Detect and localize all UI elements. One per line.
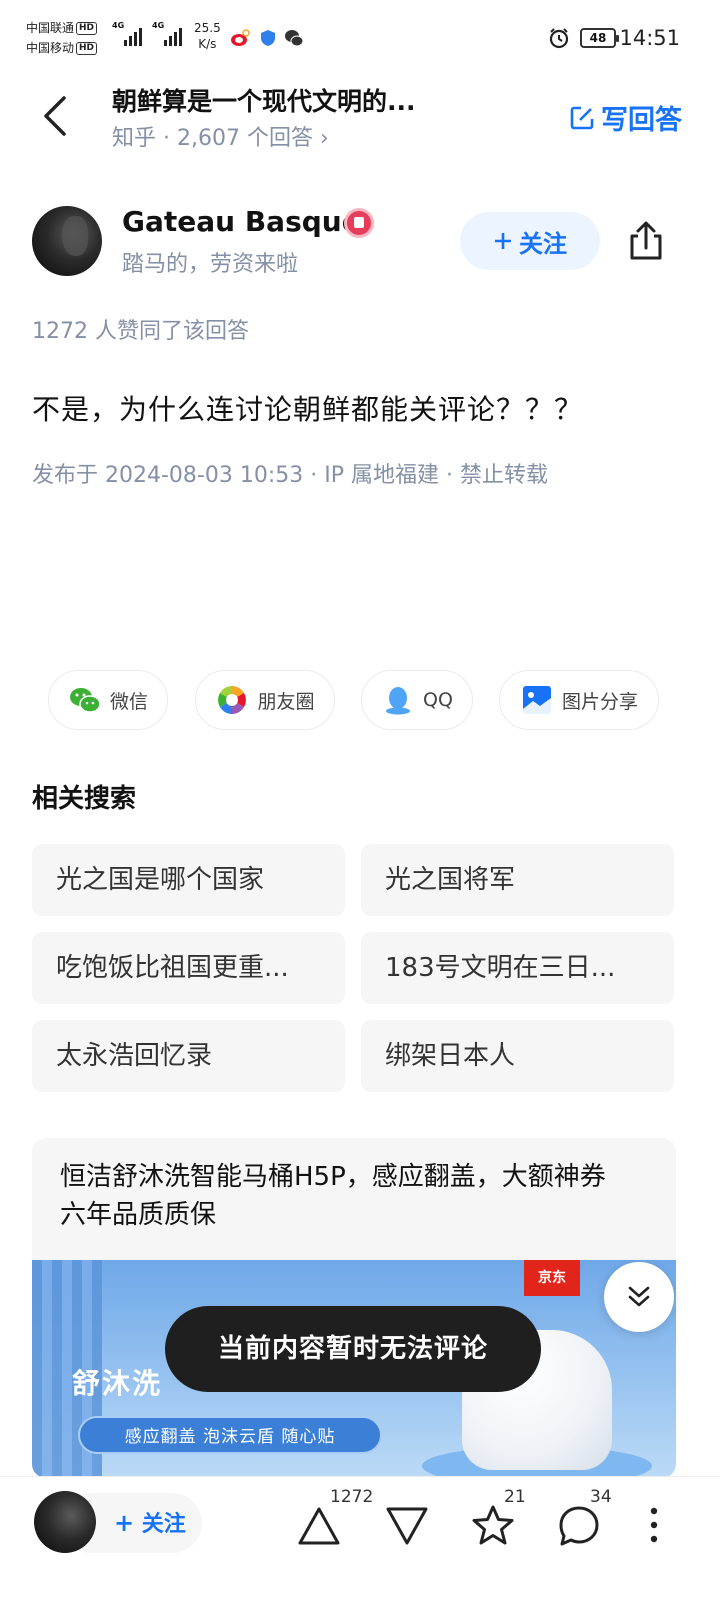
jd-logo: 京东 <box>524 1260 580 1296</box>
more-icon[interactable] <box>650 1505 658 1545</box>
favorite-count: 21 <box>504 1487 526 1507</box>
carrier-info: 中国联通 HD 中国移动 HD <box>26 18 98 58</box>
author-avatar[interactable] <box>32 206 102 276</box>
write-answer-button[interactable]: 写回答 <box>569 98 682 137</box>
carrier-1: 中国联通 <box>26 21 75 35</box>
ad-features-pill: 感应翻盖 泡沫云盾 随心贴 <box>78 1416 382 1454</box>
edit-icon <box>570 106 594 129</box>
upvote-icon[interactable] <box>296 1503 342 1549</box>
network-speed: 25.5 K/s <box>194 21 221 51</box>
clock: 14:51 <box>619 26 680 50</box>
question-header: 朝鲜算是一个现代文明的... 知乎 · 2,607 个回答 › 写回答 <box>0 80 720 170</box>
share-moments-label: 朋友圈 <box>257 690 315 713</box>
share-moments-button[interactable]: 朋友圈 <box>195 670 335 730</box>
related-search-item[interactable]: 183号文明在三日... <box>361 932 674 1004</box>
share-image-label: 图片分享 <box>561 690 638 713</box>
star-icon[interactable] <box>470 1503 516 1549</box>
back-arrow-icon[interactable] <box>38 94 74 138</box>
related-search-title: 相关搜索 <box>32 784 137 814</box>
share-image-button[interactable]: 图片分享 <box>499 670 659 730</box>
write-answer-label: 写回答 <box>601 105 682 136</box>
downvote-icon[interactable] <box>384 1503 430 1549</box>
author-badge-icon <box>344 208 374 238</box>
bottom-author-avatar[interactable] <box>34 1491 96 1553</box>
share-wechat-label: 微信 <box>109 690 148 713</box>
answer-content: 不是，为什么连讨论朝鲜都能关评论？？？ <box>32 393 584 426</box>
wechat-icon <box>69 688 101 713</box>
votes-summary: 1272 人赞同了该回答 <box>32 319 249 344</box>
signal-icon: 4G <box>112 21 142 46</box>
question-title[interactable]: 朝鲜算是一个现代文明的... <box>112 82 416 118</box>
alarm-icon <box>549 28 569 49</box>
share-row: 微信 朋友圈 QQ 图片分享 <box>48 670 659 730</box>
plus-icon <box>495 233 511 249</box>
double-chevron-down-icon <box>628 1286 650 1307</box>
wechat-status-icon <box>285 30 304 47</box>
share-qq-button[interactable]: QQ <box>361 670 473 730</box>
collapse-button[interactable] <box>604 1262 674 1332</box>
ad-slogan: 舒沐洗 <box>72 1367 163 1400</box>
comment-count: 34 <box>590 1487 612 1507</box>
author-name[interactable]: Gateau Basque <box>122 205 361 238</box>
related-search-item[interactable]: 绑架日本人 <box>361 1020 674 1092</box>
plus-icon: + <box>114 1509 135 1537</box>
upvote-count: 1272 <box>330 1487 374 1507</box>
follow-button[interactable]: 关注 <box>460 212 600 270</box>
hd-badge: HD <box>76 42 98 55</box>
related-search-item[interactable]: 光之国是哪个国家 <box>32 844 345 916</box>
publish-info: 发布于 2024-08-03 10:53 · IP 属地福建 · 禁止转载 <box>32 463 548 488</box>
bottom-follow-label: 关注 <box>141 1512 186 1537</box>
question-subtitle[interactable]: 知乎 · 2,607 个回答 › <box>112 120 329 152</box>
share-icon[interactable] <box>626 220 666 262</box>
toast-message: 当前内容暂时无法评论 <box>165 1306 541 1392</box>
share-qq-label: QQ <box>423 689 453 711</box>
status-bar: 中国联通 HD 中国移动 HD 4G 4G 25.5 K/s 48 14:51 <box>0 0 720 80</box>
carrier-2: 中国移动 <box>26 41 75 55</box>
moments-icon <box>218 686 247 714</box>
hd-badge: HD <box>76 22 98 35</box>
comment-icon[interactable] <box>556 1503 602 1549</box>
share-wechat-button[interactable]: 微信 <box>48 670 168 730</box>
weibo-icon <box>231 29 250 46</box>
shield-icon <box>261 30 275 46</box>
image-share-icon <box>522 686 551 714</box>
related-search-item[interactable]: 吃饱饭比祖国更重... <box>32 932 345 1004</box>
ad-title: 恒洁舒沐洗智能马桶H5P，感应翻盖，大额神券 六年品质质保 <box>60 1162 606 1230</box>
bottom-action-bar: + 关注 1272 21 34 <box>0 1476 720 1600</box>
author-bio: 踏马的，劳资来啦 <box>122 252 299 277</box>
related-search-item[interactable]: 太永浩回忆录 <box>32 1020 345 1092</box>
signal-icon: 4G <box>152 21 182 46</box>
battery-indicator: 48 <box>580 28 619 48</box>
related-search-item[interactable]: 光之国将军 <box>361 844 674 916</box>
qq-icon <box>386 687 411 715</box>
follow-label: 关注 <box>519 229 567 258</box>
